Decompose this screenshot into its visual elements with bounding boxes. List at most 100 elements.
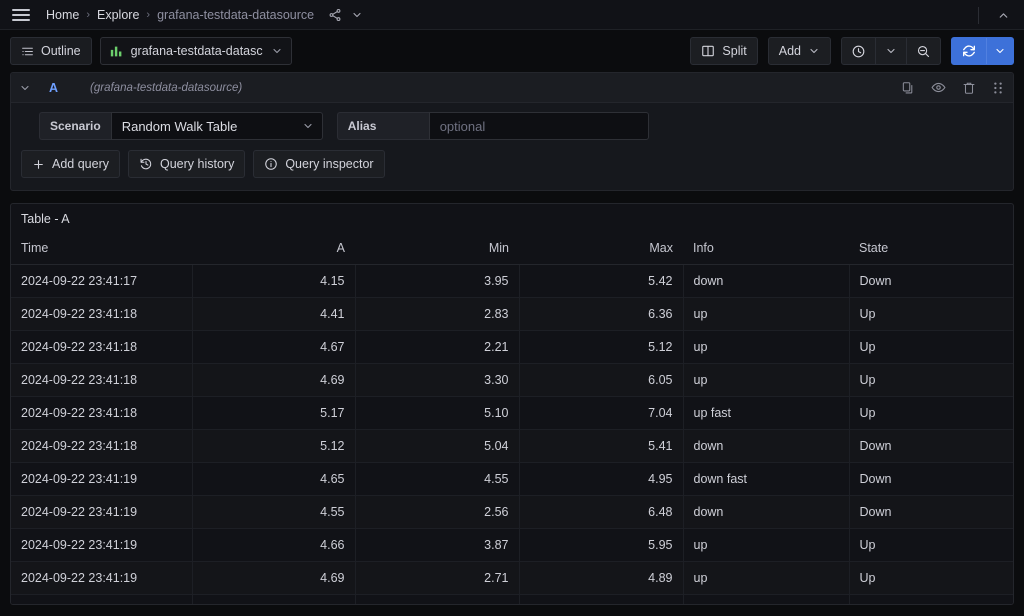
scenario-select-value: Random Walk Table: [121, 118, 238, 134]
table-cell: Up: [849, 330, 1013, 364]
table-cell: 5.04: [355, 429, 520, 463]
column-header-max[interactable]: Max: [519, 235, 683, 265]
table-cell: 4.55: [355, 462, 520, 496]
query-inspector-button[interactable]: Query inspector: [253, 150, 385, 178]
trash-icon[interactable]: [962, 81, 976, 95]
outline-list-icon: [21, 45, 34, 58]
scenario-select[interactable]: Random Walk Table: [110, 112, 323, 140]
table-cell: 6.36: [519, 297, 684, 331]
scenario-chevron-down-icon: [302, 120, 314, 132]
query-editor-card: A (grafana-testdata-datasource) Scenario…: [10, 72, 1014, 191]
table-cell: 4.89: [519, 561, 684, 595]
table-row[interactable]: 2024-09-22 23:41:19 4.65 4.55 4.95 down fast…: [11, 462, 1013, 496]
time-range-controls: [841, 37, 941, 65]
table-cell: 5.10: [355, 396, 520, 430]
table-row[interactable]: 2024-09-22 23:41:18 4.41 2.83 6.36 up Up: [11, 297, 1013, 331]
chevron-up-icon[interactable]: [989, 9, 1018, 22]
refresh-button[interactable]: [952, 38, 986, 64]
explore-toolbar: Outline grafana-testdata-datasc Split Ad…: [0, 30, 1024, 72]
split-button[interactable]: Split: [690, 37, 758, 65]
history-icon: [139, 157, 153, 171]
table-cell: Down: [849, 495, 1013, 529]
table-header-row: Time A Min Max Info State: [11, 235, 1013, 265]
table-cell: down: [683, 429, 850, 463]
table-row[interactable]: 2024-09-22 23:41:19 4.55 2.56 6.48 down Down: [11, 495, 1013, 529]
table-row[interactable]: 2024-09-22 23:41:18 4.67 2.21 5.12 up Up: [11, 330, 1013, 364]
breadcrumb-separator: ›: [146, 8, 151, 21]
column-header-a[interactable]: A: [192, 235, 355, 265]
add-query-button[interactable]: Add query: [21, 150, 120, 178]
query-datasource-note: (grafana-testdata-datasource): [90, 81, 243, 94]
plus-icon: [32, 158, 45, 171]
table-row[interactable]: 2024-09-22 23:41:18 5.17 5.10 7.04 up fast Up: [11, 396, 1013, 430]
alias-label: Alias: [336, 112, 429, 140]
table-cell: Up: [849, 363, 1013, 397]
table-cell: 4.66: [192, 528, 356, 562]
table-cell: 4.41: [192, 297, 356, 331]
query-fields: Scenario Random Walk Table Alias: [11, 103, 1013, 150]
datasource-picker[interactable]: grafana-testdata-datasc: [99, 37, 292, 65]
table-panel: Table - A Time A Min Max Info State 2024…: [10, 203, 1014, 605]
column-header-state[interactable]: State: [849, 235, 1013, 265]
breadcrumb-item-datasource[interactable]: grafana-testdata-datasource: [157, 8, 314, 22]
table-cell: up: [683, 594, 850, 604]
table-cell: 2024-09-22 23:41:19: [11, 495, 193, 529]
time-picker-button[interactable]: [842, 38, 875, 64]
share-alt-icon[interactable]: [328, 8, 342, 22]
table-cell: 5.17: [192, 396, 356, 430]
hamburger-menu-icon[interactable]: [10, 4, 32, 26]
table-cell: 2024-09-22 23:41:18: [11, 429, 193, 463]
table-cell: 3.87: [355, 528, 520, 562]
table-cell: 2.56: [355, 495, 520, 529]
table-cell: Down: [849, 264, 1013, 298]
outline-button[interactable]: Outline: [10, 37, 92, 65]
table-cell: 5.95: [519, 528, 684, 562]
drag-handle-icon[interactable]: [992, 81, 1004, 95]
query-action-buttons: Add query Query history Query inspector: [11, 150, 1013, 190]
query-history-button[interactable]: Query history: [127, 150, 246, 178]
query-collapse-chevron-down-icon[interactable]: [19, 82, 31, 94]
time-picker-chevron-down-icon[interactable]: [875, 38, 906, 64]
table-row[interactable]: 2024-09-22 23:41:18 5.12 5.04 5.41 down Down: [11, 429, 1013, 463]
panel-title: Table - A: [21, 212, 70, 226]
split-panes-icon: [701, 44, 715, 58]
column-header-time[interactable]: Time: [11, 235, 192, 265]
add-button-label: Add: [778, 44, 801, 58]
zoom-out-icon[interactable]: [906, 38, 940, 64]
query-row-header: A (grafana-testdata-datasource): [11, 73, 1013, 103]
table-cell: up: [683, 561, 850, 595]
table-row[interactable]: 2024-09-22 23:41:19 4.66 3.87 5.95 up Up: [11, 528, 1013, 562]
table-row[interactable]: 2024-09-22 23:41:194.932.505.14upUp: [11, 594, 1013, 604]
breadcrumb-item-explore[interactable]: Explore: [97, 8, 139, 22]
table-cell: down fast: [683, 462, 850, 496]
table-row[interactable]: 2024-09-22 23:41:18 4.69 3.30 6.05 up Up: [11, 363, 1013, 397]
table-cell: 4.69: [192, 363, 356, 397]
table-cell: 5.12: [519, 330, 684, 364]
query-refid[interactable]: A: [49, 81, 58, 95]
refresh-interval-chevron-down-icon[interactable]: [986, 38, 1013, 64]
eye-icon[interactable]: [931, 80, 946, 95]
table-cell: 4.15: [192, 264, 356, 298]
add-button[interactable]: Add: [767, 37, 831, 65]
table-cell: 6.05: [519, 363, 684, 397]
breadcrumb-separator: ›: [86, 8, 91, 21]
table-row[interactable]: 2024-09-22 23:41:19 4.69 2.71 4.89 up Up: [11, 561, 1013, 595]
table-cell: 6.48: [519, 495, 684, 529]
column-header-min[interactable]: Min: [355, 235, 519, 265]
table-row[interactable]: 2024-09-22 23:41:17 4.15 3.95 5.42 down Down: [11, 264, 1013, 298]
table-cell: 4.65: [192, 462, 356, 496]
table-cell: 2024-09-22 23:41:19: [11, 594, 193, 604]
table-cell: up fast: [683, 396, 850, 430]
table-cell: 4.95: [519, 462, 684, 496]
breadcrumb-chevron-down-icon[interactable]: [351, 9, 363, 21]
info-circle-icon: [264, 157, 278, 171]
query-history-button-label: Query history: [159, 157, 235, 171]
column-header-info[interactable]: Info: [683, 235, 849, 265]
table-cell: 3.95: [355, 264, 520, 298]
alias-input[interactable]: [428, 112, 649, 140]
table-cell: 4.67: [192, 330, 356, 364]
split-button-label: Split: [722, 44, 747, 58]
table-cell: 5.14: [519, 594, 684, 604]
copy-icon[interactable]: [901, 81, 915, 95]
breadcrumb-item-home[interactable]: Home: [46, 8, 79, 22]
